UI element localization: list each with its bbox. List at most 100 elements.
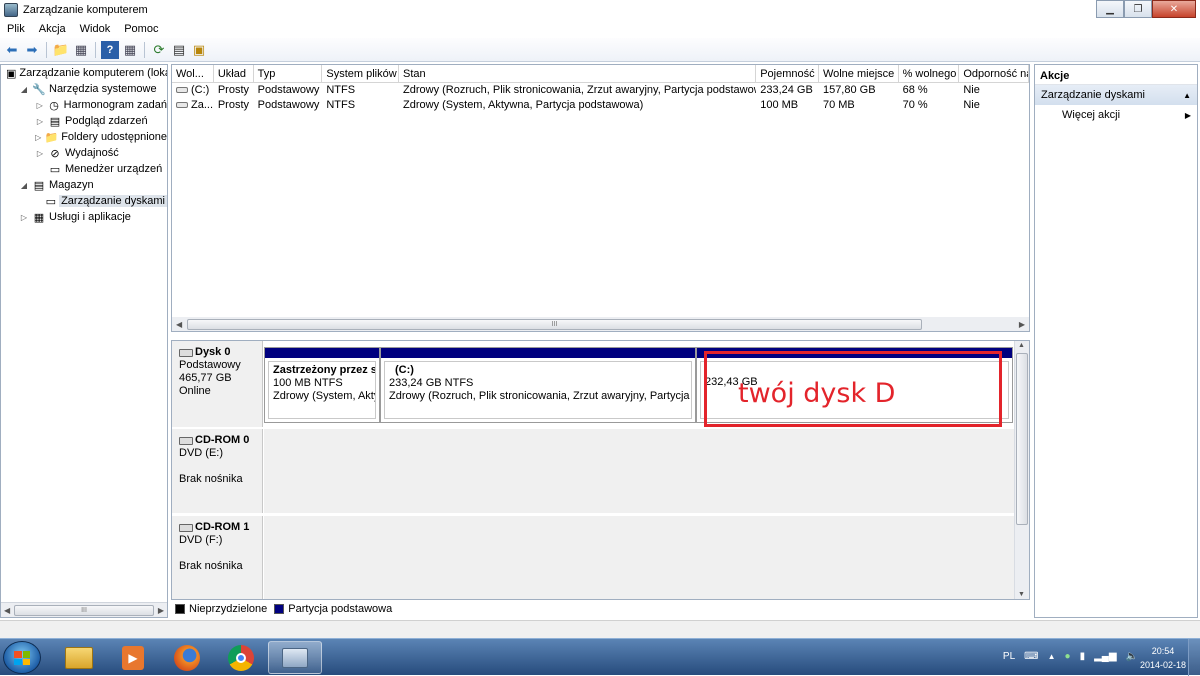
maximize-button[interactable]: ❐ [1124,0,1152,18]
disk-vertical-scrollbar[interactable]: ▲ ▼ [1014,341,1029,599]
column-header[interactable]: Odporność na [959,65,1029,82]
device-manager-icon: ▭ [49,163,61,176]
scroll-right-icon[interactable]: ▶ [158,606,167,615]
expanded-arrow-icon[interactable]: ◢ [19,85,29,94]
more-actions-item[interactable]: Więcej akcji ▶ [1035,105,1197,125]
tree-item[interactable]: ◢ ▤ Magazyn [1,177,167,193]
computer-management-taskbar-button[interactable] [268,641,322,674]
annotation-text: twój dysk D [738,378,896,409]
tree-item[interactable]: ▷ ◷ Harmonogram zadań [1,97,167,113]
explorer-taskbar-button[interactable] [52,641,106,674]
tree-horizontal-scrollbar[interactable]: ◀ III ▶ [1,602,167,617]
column-header[interactable]: System plików [322,65,400,82]
scroll-right-icon[interactable]: ▶ [1019,320,1025,329]
cdrom-1-status: Brak nośnika [179,560,243,572]
scroll-left-icon[interactable]: ◀ [1,606,10,615]
export-icon[interactable]: ▣ [190,41,208,59]
chrome-taskbar-button[interactable] [214,641,268,674]
table-row[interactable]: Za... Prosty Podstawowy NTFS Zdrowy (Sys… [172,98,1029,113]
scroll-thumb[interactable]: III [187,318,922,330]
column-header[interactable]: % wolnego [899,65,960,82]
windows-logo-icon [14,651,30,665]
column-header[interactable]: Typ [254,65,323,82]
column-header[interactable]: Wol... [172,65,214,82]
column-header[interactable]: Wolne miejsce [819,65,899,82]
scroll-thumb[interactable]: III [14,604,154,616]
tree-item[interactable]: ▷ 📁 Foldery udostępnione [1,129,167,145]
system-tools-icon: 🔧 [32,83,46,96]
expanded-arrow-icon[interactable]: ◢ [19,181,29,190]
update-icon[interactable]: ● [1065,651,1071,662]
cdrom-0-label[interactable]: CD-ROM 0 DVD (E:) Brak nośnika [172,429,263,513]
cdrom-0-row: CD-ROM 0 DVD (E:) Brak nośnika [172,429,1015,513]
actions-section[interactable]: Zarządzanie dyskami ▲ [1035,85,1197,105]
cdrom-0-name: CD-ROM 0 [179,434,255,447]
collapsed-arrow-icon[interactable]: ▷ [35,101,44,110]
tree-list: ▣ Zarządzanie komputerem (loka ◢ 🔧 Narzędzia… [1,65,167,225]
event-viewer-icon: ▤ [49,115,61,128]
explorer-icon [65,646,93,669]
start-button[interactable] [3,641,41,674]
toolbar-separator [144,41,145,58]
tree-item[interactable]: ▷ ▤ Podgląd zdarzeń [1,113,167,129]
disk-name: CD-ROM 0 [195,434,250,446]
menu-action[interactable]: Akcja [32,23,73,35]
tree-item-label: Wydajność [65,147,119,159]
column-header[interactable]: Pojemność [756,65,819,82]
volume-horizontal-scrollbar[interactable]: ◀ III ▶ [172,317,1029,331]
tree-item[interactable]: ▣ Zarządzanie komputerem (loka [1,65,167,81]
battery-icon[interactable]: ▮ [1080,651,1086,662]
firefox-taskbar-button[interactable] [160,641,214,674]
language-indicator[interactable]: PL [1003,651,1015,662]
table-cell: NTFS [326,99,356,111]
media-player-taskbar-button[interactable]: ▶ [106,641,160,674]
keyboard-icon[interactable]: ⌨ [1024,651,1038,662]
disk-0-label[interactable]: Dysk 0 Podstawowy 465,77 GB Online [172,341,263,427]
show-tree-icon[interactable]: ▦ [72,41,90,59]
properties-icon[interactable]: ▤ [170,41,188,59]
collapsed-arrow-icon[interactable]: ▷ [35,117,45,126]
help-icon[interactable]: ? [101,40,119,59]
tree-item[interactable]: ▭ Menedżer urządzeń [1,161,167,177]
tree-item[interactable]: ▷ ▦ Usługi i aplikacje [1,209,167,225]
tree-item[interactable]: ◢ 🔧 Narzędzia systemowe [1,81,167,97]
partition-reserved[interactable]: Zastrzeżony przez sys 100 MB NTFS Zdrowy… [264,347,380,423]
menu-help[interactable]: Pomoc [117,23,165,35]
storage-icon: ▤ [33,179,45,192]
close-button[interactable]: ✕ [1152,0,1196,18]
partition-c[interactable]: (C:) 233,24 GB NTFS Zdrowy (Rozruch, Pli… [380,347,696,423]
cdrom-1-label[interactable]: CD-ROM 1 DVD (F:) Brak nośnika [172,516,263,599]
clock-time: 20:54 [1151,646,1175,656]
menu-view[interactable]: Widok [73,23,118,35]
table-cell: Za... [172,98,214,113]
network-icon[interactable]: ▂▄▆ [1094,651,1116,662]
up-folder-icon[interactable]: 📁 [52,41,70,59]
minimize-button[interactable]: ▁ [1096,0,1124,18]
refresh-icon[interactable]: ⟳ [150,41,168,59]
tree-item[interactable]: ▭ Zarządzanie dyskami [1,193,167,209]
collapsed-arrow-icon[interactable]: ▷ [19,213,29,222]
tray-expand-icon[interactable]: ▲ [1048,652,1056,661]
scroll-down-icon[interactable]: ▼ [1018,591,1025,598]
menu-file[interactable]: Plik [0,23,32,35]
back-arrow-icon[interactable]: ⬅ [3,41,21,59]
collapsed-arrow-icon[interactable]: ▷ [35,149,45,158]
volume-icon[interactable]: 🔈 [1126,651,1138,662]
scroll-up-icon[interactable]: ▲ [1018,342,1025,349]
collapsed-arrow-icon[interactable]: ▷ [35,133,42,142]
forward-arrow-icon[interactable]: ➡ [23,41,41,59]
table-row[interactable]: (C:) Prosty Podstawowy NTFS Zdrowy (Rozr… [172,83,1029,98]
scroll-left-icon[interactable]: ◀ [172,320,182,329]
column-header[interactable]: Układ [214,65,254,82]
chrome-center [236,652,246,663]
show-pane-icon[interactable]: ▦ [121,41,139,59]
clock-date: 2014-02-18 [1139,660,1186,670]
collapse-up-icon[interactable]: ▲ [1183,91,1191,100]
clock[interactable]: 20:54 2014-02-18 [1140,644,1186,672]
scroll-thumb[interactable] [1016,353,1028,525]
column-header[interactable]: Stan [399,65,757,82]
scroll-grip: III [81,606,87,614]
show-desktop-button[interactable] [1188,639,1200,676]
tree-item[interactable]: ▷ ⊘ Wydajność [1,145,167,161]
shared-folder-icon: 📁 [44,131,59,144]
